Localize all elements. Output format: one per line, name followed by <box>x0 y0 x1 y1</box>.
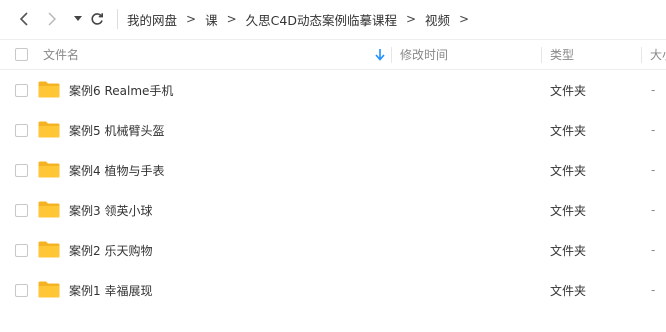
breadcrumb-separator-icon: > <box>405 12 417 26</box>
folder-icon <box>38 241 60 258</box>
table-row[interactable]: 案例5 机械臂头盔 文件夹 - <box>0 110 666 150</box>
folder-icon <box>38 201 60 218</box>
refresh-icon <box>91 13 103 25</box>
file-type: 文件夹 <box>550 83 587 98</box>
folder-icon <box>38 121 60 138</box>
table-row[interactable]: 案例4 植物与手表 文件夹 - <box>0 150 666 190</box>
file-type: 文件夹 <box>550 203 587 218</box>
column-header-modified[interactable]: 修改时间 <box>400 40 448 69</box>
column-header-type[interactable]: 类型 <box>550 40 574 69</box>
breadcrumb: 我的网盘 > 课 > 久思C4D动态案例临摹课程 > 视频 > <box>127 9 478 29</box>
forward-button[interactable] <box>42 8 62 30</box>
column-header-name[interactable]: 文件名 <box>43 40 79 69</box>
file-name[interactable]: 案例5 机械臂头盔 <box>69 110 164 150</box>
row-checkbox[interactable] <box>15 244 28 257</box>
nav-divider <box>117 9 118 29</box>
column-divider[interactable] <box>641 47 642 63</box>
table-header: 文件名 修改时间 类型 大小 <box>0 39 666 70</box>
breadcrumb-item-course[interactable]: 课 <box>205 10 218 29</box>
row-checkbox[interactable] <box>15 84 28 97</box>
file-type: 文件夹 <box>550 123 587 138</box>
history-dropdown-button[interactable] <box>68 8 88 30</box>
folder-icon <box>38 281 60 298</box>
navigation-bar: 我的网盘 > 课 > 久思C4D动态案例临摹课程 > 视频 > <box>0 0 666 38</box>
file-name[interactable]: 案例6 Realme手机 <box>69 70 173 110</box>
arrow-down-icon[interactable] <box>374 48 386 61</box>
select-all-checkbox[interactable] <box>15 48 28 61</box>
refresh-button[interactable] <box>87 8 107 30</box>
file-size: - <box>651 283 656 297</box>
file-name[interactable]: 案例2 乐天购物 <box>69 230 152 270</box>
file-size: - <box>651 243 656 257</box>
column-header-size-label: 大小 <box>650 48 666 62</box>
file-browser: 我的网盘 > 课 > 久思C4D动态案例临摹课程 > 视频 > 文件名 修改时间… <box>0 0 666 332</box>
table-row[interactable]: 案例1 幸福展现 文件夹 - <box>0 270 666 310</box>
chevron-left-icon <box>19 12 28 26</box>
file-name[interactable]: 案例1 幸福展现 <box>69 270 152 310</box>
file-name[interactable]: 案例4 植物与手表 <box>69 150 164 190</box>
file-type: 文件夹 <box>550 283 587 298</box>
file-type: 文件夹 <box>550 163 587 178</box>
column-header-size[interactable]: 大小 <box>650 40 666 69</box>
breadcrumb-item-videos[interactable]: 视频 <box>425 10 450 29</box>
column-divider[interactable] <box>541 47 542 63</box>
breadcrumb-expand-icon[interactable]: > <box>459 12 469 26</box>
caret-down-icon <box>74 16 82 21</box>
folder-icon <box>38 81 60 98</box>
row-checkbox[interactable] <box>15 124 28 137</box>
file-name[interactable]: 案例3 领英小球 <box>69 190 152 230</box>
column-divider[interactable] <box>391 47 392 63</box>
chevron-right-icon <box>48 12 56 26</box>
breadcrumb-item-c4d-course[interactable]: 久思C4D动态案例临摹课程 <box>246 10 397 29</box>
breadcrumb-separator-icon: > <box>186 12 197 26</box>
breadcrumb-item-my-drive[interactable]: 我的网盘 <box>127 10 177 29</box>
file-type: 文件夹 <box>550 243 587 258</box>
file-size: - <box>651 203 656 217</box>
file-size: - <box>651 163 656 177</box>
breadcrumb-separator-icon: > <box>226 12 237 26</box>
file-size: - <box>651 83 656 97</box>
table-row[interactable]: 案例6 Realme手机 文件夹 - <box>0 70 666 110</box>
row-checkbox[interactable] <box>15 204 28 217</box>
table-row[interactable]: 案例2 乐天购物 文件夹 - <box>0 230 666 270</box>
row-checkbox[interactable] <box>15 284 28 297</box>
row-checkbox[interactable] <box>15 164 28 177</box>
table-row[interactable]: 案例3 领英小球 文件夹 - <box>0 190 666 230</box>
file-size: - <box>651 123 656 137</box>
back-button[interactable] <box>14 8 34 30</box>
folder-icon <box>38 161 60 178</box>
